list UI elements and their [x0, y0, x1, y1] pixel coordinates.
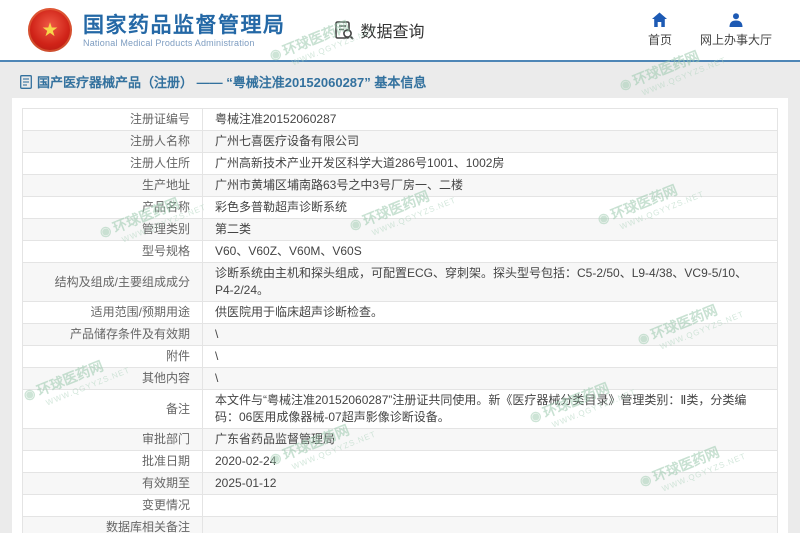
row-value: 本文件与“粤械注准20152060287”注册证共同使用。新《医疗器械分类目录》… [202, 389, 778, 429]
table-row: 备注 本文件与“粤械注准20152060287”注册证共同使用。新《医疗器械分类目… [22, 389, 778, 429]
page-title-text: 国产医疗器械产品（注册） —— “粤械注准20152060287” 基本信息 [37, 75, 427, 90]
row-label: 有效期至 [22, 472, 203, 495]
home-icon [651, 12, 668, 28]
row-label: 结构及组成/主要组成成分 [22, 262, 203, 302]
table-row: 审批部门 广东省药品监督管理局 [22, 428, 778, 451]
table-row: 数据库相关备注 [22, 516, 778, 533]
national-emblem-icon: ★ [28, 8, 72, 52]
table-row: 型号规格 V60、V60Z、V60M、V60S [22, 240, 778, 263]
row-label: 备注 [22, 389, 203, 429]
row-value: \ [202, 323, 778, 346]
row-value: 广州市黄埔区埔南路63号之中3号厂房一、二楼 [202, 174, 778, 197]
table-row: 注册证编号 粤械注准20152060287 [22, 108, 778, 131]
row-label: 注册证编号 [22, 108, 203, 131]
row-label: 管理类别 [22, 218, 203, 241]
table-row: 注册人住所 广州高新技术产业开发区科学大道286号1001、1002房 [22, 152, 778, 175]
agency-name-en: National Medical Products Administration [83, 37, 255, 48]
header: ★ 国家药品监督管理局 National Medical Products Ad… [0, 0, 800, 60]
agency-name-zh: 国家药品监督管理局 [83, 13, 286, 37]
row-value: 彩色多普勒超声诊断系统 [202, 196, 778, 219]
nav-item-service-hall[interactable]: 网上办事大厅 [700, 12, 772, 48]
table-row: 变更情况 [22, 494, 778, 517]
row-label: 附件 [22, 345, 203, 368]
table-row: 有效期至 2025-01-12 [22, 472, 778, 495]
page-title: 国产医疗器械产品（注册） —— “粤械注准20152060287” 基本信息 [0, 62, 800, 98]
row-label: 注册人住所 [22, 152, 203, 175]
row-label: 生产地址 [22, 174, 203, 197]
table-row: 适用范围/预期用途 供医院用于临床超声诊断检查。 [22, 301, 778, 324]
row-label: 适用范围/预期用途 [22, 301, 203, 324]
row-label: 批准日期 [22, 450, 203, 473]
table-row: 产品名称 彩色多普勒超声诊断系统 [22, 196, 778, 219]
row-label: 审批部门 [22, 428, 203, 451]
row-value: V60、V60Z、V60M、V60S [202, 240, 778, 263]
info-table: 注册证编号 粤械注准20152060287 注册人名称 广州七喜医疗设备有限公司 注册人… [22, 108, 778, 533]
table-row: 注册人名称 广州七喜医疗设备有限公司 [22, 130, 778, 153]
row-value: \ [202, 345, 778, 368]
row-value: 广东省药品监督管理局 [202, 428, 778, 451]
table-row: 附件 \ [22, 345, 778, 368]
data-query-label: 数据查询 [360, 24, 425, 41]
row-value: 2025-01-12 [202, 472, 778, 495]
nav-item-label: 首页 [647, 33, 672, 47]
row-label: 型号规格 [22, 240, 203, 263]
row-label: 产品储存条件及有效期 [22, 323, 203, 346]
nav-item-home[interactable]: 首页 [648, 12, 672, 48]
table-row: 其他内容 \ [22, 367, 778, 390]
row-value [202, 494, 778, 517]
table-row: 管理类别 第二类 [22, 218, 778, 241]
row-label: 其他内容 [22, 367, 203, 390]
row-label: 注册人名称 [22, 130, 203, 153]
user-icon [728, 12, 744, 28]
row-value [202, 516, 778, 533]
nav-item-label: 网上办事大厅 [699, 33, 772, 47]
document-icon [20, 74, 32, 89]
table-row: 结构及组成/主要组成成分 诊断系统由主机和探头组成，可配置ECG、穿刺架。探头型号… [22, 262, 778, 302]
row-value: 粤械注准20152060287 [202, 108, 778, 131]
row-label: 变更情况 [22, 494, 203, 517]
row-value: 广州高新技术产业开发区科学大道286号1001、1002房 [202, 152, 778, 175]
table-row: 产品储存条件及有效期 \ [22, 323, 778, 346]
row-value: 诊断系统由主机和探头组成，可配置ECG、穿刺架。探头型号包括：C5-2/50、L… [202, 262, 778, 302]
row-label: 数据库相关备注 [22, 516, 203, 533]
row-value: 广州七喜医疗设备有限公司 [202, 130, 778, 153]
content-area: 国产医疗器械产品（注册） —— “粤械注准20152060287” 基本信息 注… [0, 62, 800, 533]
row-value: 第二类 [202, 218, 778, 241]
header-nav: 首页 网上办事大厅 [648, 12, 786, 48]
agency-title-block: 国家药品监督管理局 National Medical Products Admi… [83, 13, 286, 48]
row-label: 产品名称 [22, 196, 203, 219]
doc-search-icon [334, 20, 355, 41]
row-value: \ [202, 367, 778, 390]
data-query-button[interactable]: 数据查询 [334, 18, 425, 42]
row-value: 供医院用于临床超声诊断检查。 [202, 301, 778, 324]
table-row: 批准日期 2020-02-24 [22, 450, 778, 473]
row-value: 2020-02-24 [202, 450, 778, 473]
info-panel: 注册证编号 粤械注准20152060287 注册人名称 广州七喜医疗设备有限公司 注册人… [12, 98, 788, 533]
table-row: 生产地址 广州市黄埔区埔南路63号之中3号厂房一、二楼 [22, 174, 778, 197]
